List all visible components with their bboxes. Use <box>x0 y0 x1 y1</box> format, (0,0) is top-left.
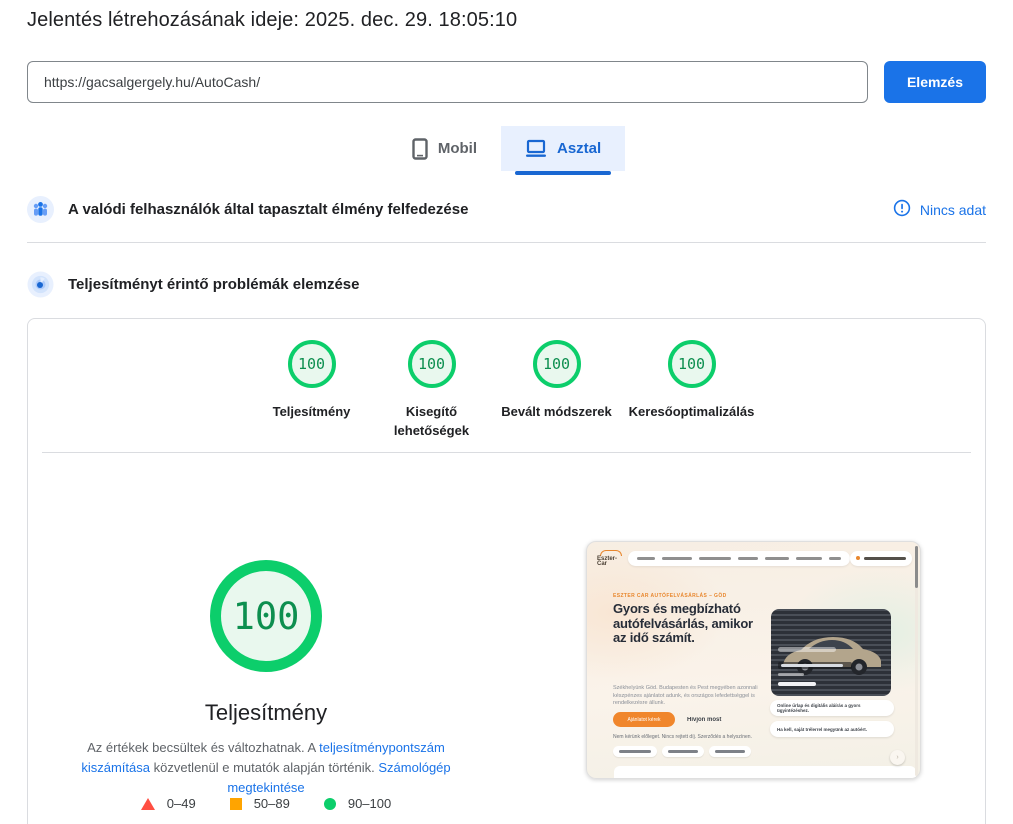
nav-item-placeholder <box>662 557 692 560</box>
diagnose-title: Teljesítményt érintő problémák elemzése <box>68 276 360 293</box>
nav-item-placeholder <box>738 557 758 560</box>
phone-number-placeholder <box>864 557 906 560</box>
section-divider <box>27 242 986 243</box>
site-info-card: Online űrlap és digitális aláírás a gyor… <box>770 700 894 716</box>
car-overlay-strip <box>778 662 852 669</box>
orange-square-icon <box>230 798 242 810</box>
info-icon <box>893 199 911 220</box>
diagnose-section-header: Teljesítményt érintő problémák elemzése <box>27 271 986 298</box>
site-hero-paragraph: Székhelyünk Göd. Budapesten és Pest megy… <box>613 685 761 708</box>
mobile-phone-icon <box>412 138 428 160</box>
phone-icon <box>856 556 860 560</box>
car-overlay-phone <box>778 682 816 686</box>
preview-site-header: Eszter-Car <box>597 548 906 568</box>
site-chip-placeholder <box>709 746 751 757</box>
gauge-icon <box>27 271 54 298</box>
car-illustration <box>775 627 887 679</box>
site-car-photo <box>771 609 891 696</box>
legend-fail: 0–49 <box>141 796 196 811</box>
field-data-title: A valódi felhasználók által tapasztalt é… <box>68 201 468 218</box>
tab-desktop[interactable]: Asztal <box>501 126 625 171</box>
performance-summary: 100 Teljesítmény Az értékek becsültek és… <box>48 319 484 824</box>
tab-desktop-label: Asztal <box>557 140 601 157</box>
disclaimer-text: közvetlenül e mutatók alapján történik. <box>150 760 378 775</box>
disclaimer-text: Az értékek becsültek és változhatnak. A <box>87 740 319 755</box>
site-nav-pill <box>628 551 850 566</box>
site-info-card: Ha kell, saját trélerrel megyünk az autó… <box>770 721 894 737</box>
performance-disclaimer: Az értékek becsültek és változhatnak. A … <box>66 738 466 798</box>
pagespeed-report-page: Jelentés létrehozásának ideje: 2025. dec… <box>0 0 1013 824</box>
no-data-link[interactable]: Nincs adat <box>893 199 986 220</box>
site-logo-text: Eszter-Car <box>597 556 617 567</box>
site-scroll-fab: › <box>890 750 905 765</box>
scrollbar-thumb <box>915 546 918 588</box>
no-data-label: Nincs adat <box>920 202 986 218</box>
score-legend: 0–49 50–89 90–100 <box>48 796 484 811</box>
analyze-button[interactable]: Elemzés <box>884 61 986 103</box>
score-best-practices[interactable]: 100 Bevált módszerek <box>492 340 622 440</box>
url-bar: Elemzés <box>27 61 986 103</box>
users-icon <box>27 196 54 223</box>
report-card: 100 Teljesítmény 100 Kisegítő lehetősége… <box>27 318 986 824</box>
legend-range: 0–49 <box>167 796 196 811</box>
score-label: Bevált módszerek <box>492 402 622 421</box>
site-chip-placeholder <box>613 746 657 757</box>
site-chips <box>613 746 751 757</box>
final-screenshot-thumbnail[interactable]: Eszter-Car ESZTER CAR AUTÓFELVÁSÁRLÁS – … <box>586 541 921 779</box>
site-cta-row: Ajánlatot kérek Hívjon most <box>613 712 721 727</box>
nav-item-placeholder <box>637 557 655 560</box>
site-scrollbar <box>915 546 918 776</box>
nav-item-placeholder <box>699 557 731 560</box>
site-logo: Eszter-Car <box>597 550 622 567</box>
car-overlay-badge <box>778 647 836 652</box>
nav-item-placeholder <box>829 557 841 560</box>
field-data-section-header: A valódi felhasználók által tapasztalt é… <box>27 196 986 223</box>
desktop-computer-icon <box>525 139 547 159</box>
red-triangle-icon <box>141 798 155 810</box>
site-eyebrow: ESZTER CAR AUTÓFELVÁSÁRLÁS – GÖD <box>613 593 773 599</box>
site-next-section <box>614 766 916 779</box>
green-circle-icon <box>324 798 336 810</box>
score-seo[interactable]: 100 Keresőoptimalizálás <box>622 340 762 440</box>
performance-score-circle[interactable]: 100 <box>210 560 322 672</box>
site-call-link: Hívjon most <box>687 717 721 723</box>
legend-range: 50–89 <box>254 796 290 811</box>
legend-average: 50–89 <box>230 796 290 811</box>
score-label: Keresőoptimalizálás <box>622 402 762 421</box>
site-primary-button: Ajánlatot kérek <box>613 712 675 727</box>
site-chip-placeholder <box>662 746 704 757</box>
site-note-line: Nem kérünk előleget. Nincs rejtett díj. … <box>613 734 773 740</box>
report-created-title: Jelentés létrehozásának ideje: 2025. dec… <box>27 9 517 32</box>
nav-item-placeholder <box>765 557 789 560</box>
score-circle: 100 <box>668 340 716 388</box>
nav-item-placeholder <box>796 557 822 560</box>
site-phone-pill <box>850 551 912 566</box>
score-circle: 100 <box>533 340 581 388</box>
tab-mobile-label: Mobil <box>438 140 477 157</box>
device-tabs: Mobil Asztal <box>0 126 1013 171</box>
tab-mobile[interactable]: Mobil <box>388 126 501 171</box>
performance-title: Teljesítmény <box>48 700 484 726</box>
site-hero-heading: Gyors és megbízható autófelvásárlás, ami… <box>613 602 768 646</box>
legend-range: 90–100 <box>348 796 391 811</box>
legend-pass: 90–100 <box>324 796 391 811</box>
car-overlay-line <box>778 673 804 676</box>
url-input[interactable] <box>27 61 868 103</box>
